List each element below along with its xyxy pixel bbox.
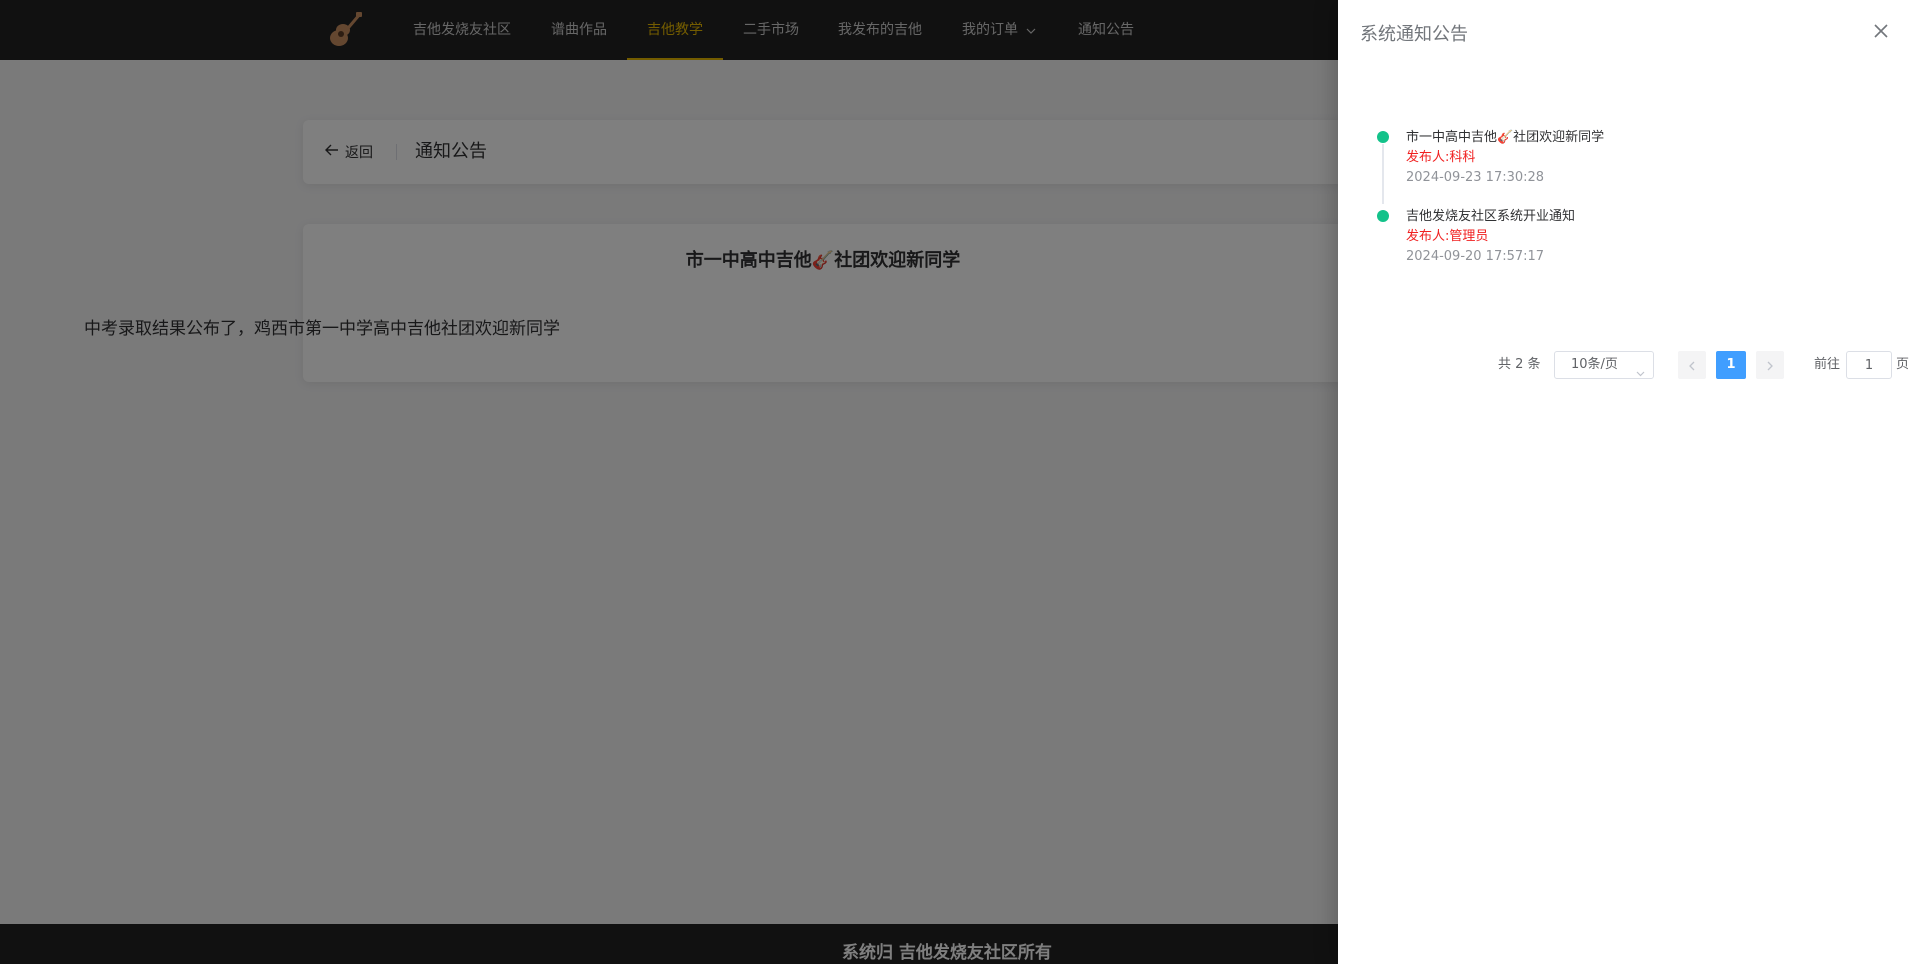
page-size-value: 10条/页 bbox=[1571, 357, 1618, 372]
pagination-total: 共 2 条 bbox=[1498, 357, 1541, 372]
timeline-dot bbox=[1377, 210, 1389, 222]
chevron-right-icon bbox=[1767, 356, 1773, 375]
pagination: 共 2 条 10条/页 1 前往 页 bbox=[1338, 350, 1912, 380]
page-size-select[interactable]: 10条/页 bbox=[1554, 351, 1654, 379]
notice-drawer: 系统通知公告 市一中高中吉他🎸社团欢迎新同学 发布人:科科 2024-09-23… bbox=[1338, 0, 1912, 964]
timeline-item-author: 发布人:科科 bbox=[1406, 150, 1476, 165]
timeline-connector bbox=[1382, 144, 1384, 204]
timeline-item-author: 发布人:管理员 bbox=[1406, 229, 1489, 244]
page-suffix: 页 bbox=[1896, 357, 1910, 372]
close-icon[interactable] bbox=[1872, 22, 1890, 40]
timeline-item-title[interactable]: 吉他发烧友社区系统开业通知 bbox=[1406, 205, 1575, 224]
prev-page-button[interactable] bbox=[1678, 351, 1706, 379]
page-number-current[interactable]: 1 bbox=[1716, 351, 1746, 379]
next-page-button[interactable] bbox=[1756, 351, 1784, 379]
goto-label: 前往 bbox=[1814, 357, 1841, 372]
timeline-dot bbox=[1377, 131, 1389, 143]
chevron-down-icon bbox=[1636, 361, 1645, 387]
drawer-title: 系统通知公告 bbox=[1360, 24, 1468, 45]
timeline-item-time: 2024-09-20 17:57:17 bbox=[1406, 249, 1545, 264]
timeline-item-time: 2024-09-23 17:30:28 bbox=[1406, 170, 1545, 185]
goto-page-input[interactable] bbox=[1846, 351, 1892, 379]
timeline-item-title[interactable]: 市一中高中吉他🎸社团欢迎新同学 bbox=[1406, 126, 1604, 145]
chevron-left-icon bbox=[1689, 356, 1695, 375]
